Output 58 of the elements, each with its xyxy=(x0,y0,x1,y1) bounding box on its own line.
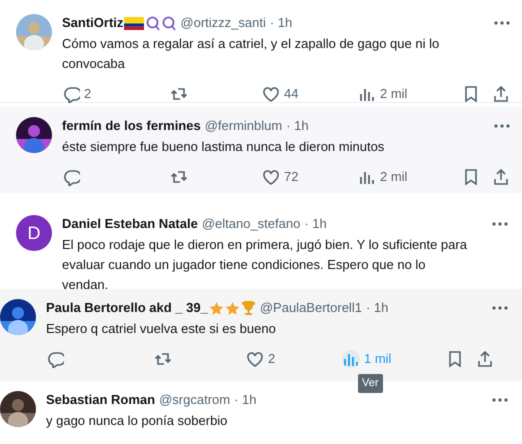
user-name[interactable]: fermín de los fermines xyxy=(62,117,201,135)
tooltip: Ver xyxy=(358,374,383,392)
more-icon[interactable] xyxy=(492,398,508,402)
user-name[interactable]: SantiOrtiz xyxy=(62,14,124,32)
share-icon xyxy=(492,84,510,103)
bookmark-icon xyxy=(462,84,480,103)
tweet-text: éste siempre fue bueno lastima nunca le dieron minutos xyxy=(62,138,386,156)
like-icon xyxy=(262,168,280,186)
reply-icon xyxy=(62,168,80,186)
like-button[interactable]: 72 xyxy=(262,167,358,186)
like-icon xyxy=(246,350,264,368)
timestamp: · 1h xyxy=(304,215,327,233)
tweet-text: Cómo vamos a regalar así a catriel, y el zapallo de gago que ni lo convocaba xyxy=(62,35,440,73)
like-button[interactable]: 2 xyxy=(246,349,342,368)
share-button[interactable] xyxy=(492,84,510,103)
views-button[interactable]: 2 mil xyxy=(358,167,462,186)
timestamp: · 1h xyxy=(366,299,388,317)
like-icon xyxy=(262,84,280,103)
share-icon xyxy=(492,168,510,186)
share-button[interactable] xyxy=(492,168,510,186)
reply-icon xyxy=(62,84,80,103)
share-icon xyxy=(476,350,494,368)
bookmark-button[interactable] xyxy=(462,84,480,103)
flag-icon xyxy=(124,16,144,30)
views-button[interactable]: 2 mil xyxy=(358,84,462,104)
user-handle[interactable]: @ferminblum xyxy=(204,117,282,135)
avatar: D xyxy=(16,215,52,251)
magnifier-icon xyxy=(162,16,176,30)
user-handle[interactable]: @eltano_stefano xyxy=(202,215,300,233)
more-icon[interactable] xyxy=(492,306,508,310)
bookmark-icon xyxy=(462,168,480,186)
bookmark-icon xyxy=(446,350,464,368)
user-name[interactable]: Paula Bertorello akd _ 39_ xyxy=(46,299,208,317)
star-icon xyxy=(224,300,240,316)
more-icon[interactable] xyxy=(494,124,510,128)
star-icon xyxy=(208,300,224,316)
trophy-icon xyxy=(240,300,256,316)
bookmark-button[interactable] xyxy=(462,168,480,186)
share-button[interactable] xyxy=(476,350,494,368)
user-name[interactable]: Sebastian Roman xyxy=(46,391,156,409)
bar-chart-icon xyxy=(342,350,360,368)
magnifier-icon xyxy=(146,16,160,30)
timestamp: · 1h xyxy=(234,391,256,409)
user-handle[interactable]: @ortizzz_santi xyxy=(180,14,266,32)
tweet-text: El poco rodaje que le dieron en primera, jugó bien. Y lo suficiente para evaluar cuando un jugador tiene condiciones. Espero que no lo vendan. xyxy=(62,236,468,294)
timestamp: · 1h xyxy=(286,117,309,135)
user-handle[interactable]: @srgcatrom xyxy=(159,391,230,409)
reply-button[interactable]: 2 xyxy=(62,84,170,104)
user-handle[interactable]: @PaulaBertorell1 xyxy=(260,299,362,317)
user-name[interactable]: Daniel Esteban Natale xyxy=(62,215,198,233)
bookmark-button[interactable] xyxy=(446,350,464,368)
like-button[interactable]: 44 xyxy=(262,84,358,104)
reply-icon xyxy=(46,350,64,368)
timestamp: · 1h xyxy=(270,14,292,32)
more-icon[interactable] xyxy=(494,21,510,25)
more-icon[interactable] xyxy=(492,222,508,226)
tweet-text: y gago nunca lo ponía soberbio xyxy=(46,412,228,430)
tweet-text: Espero q catriel vuelva este si es bueno xyxy=(46,320,277,338)
